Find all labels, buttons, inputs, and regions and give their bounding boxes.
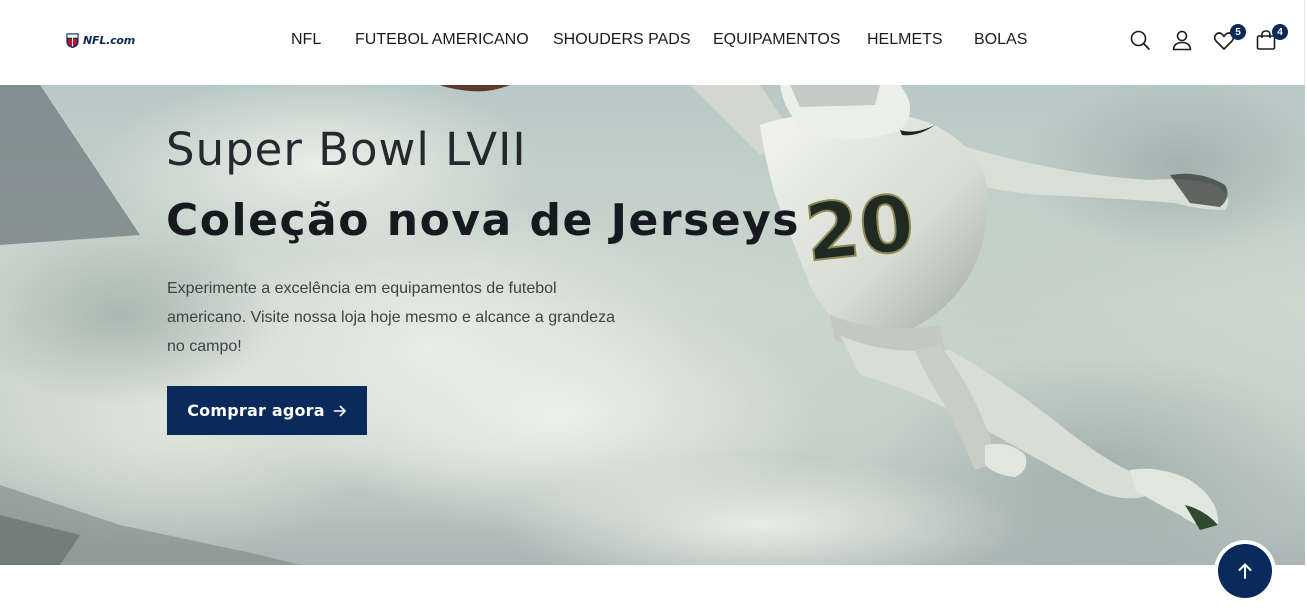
arrow-right-icon bbox=[333, 405, 346, 416]
logo-text: NFL.com bbox=[83, 33, 136, 47]
wishlist-count-badge: 5 bbox=[1230, 24, 1246, 40]
shop-now-label: Comprar agora bbox=[187, 401, 325, 420]
nav-item-equipamentos[interactable]: EQUIPAMENTOS bbox=[713, 31, 840, 49]
jersey-number: 20 bbox=[801, 179, 918, 280]
arrow-up-icon bbox=[1238, 563, 1252, 579]
shop-now-button[interactable]: Comprar agora bbox=[167, 386, 367, 435]
cart-count-badge: 4 bbox=[1272, 24, 1288, 40]
nav-item-helmets[interactable]: HELMETS bbox=[867, 31, 943, 49]
nfl-shield-icon bbox=[65, 32, 80, 49]
scroll-to-top-button[interactable] bbox=[1214, 540, 1276, 602]
hero-description: Experimente a excelência em equipamentos… bbox=[167, 280, 615, 355]
user-icon[interactable] bbox=[1171, 29, 1193, 51]
nfl-logo[interactable]: NFL.com bbox=[65, 31, 135, 49]
hero-banner: 20 Super Bowl LVII Coleção nova de Jerse… bbox=[0, 85, 1305, 565]
hero-title: Coleção nova de Jerseys bbox=[166, 195, 800, 246]
site-header: NFL.com NFL FUTEBOL AMERICANO SHOUDERS P… bbox=[0, 0, 1305, 85]
nav-item-futebol-americano[interactable]: FUTEBOL AMERICANO bbox=[355, 31, 529, 49]
scroll-to-top-circle bbox=[1218, 544, 1272, 598]
search-icon[interactable] bbox=[1129, 29, 1151, 51]
nav-item-bolas[interactable]: BOLAS bbox=[974, 31, 1027, 49]
nav-item-shouders-pads[interactable]: SHOUDERS PADS bbox=[553, 31, 691, 49]
nav-item-nfl[interactable]: NFL bbox=[291, 31, 321, 49]
hero-subtitle: Super Bowl LVII bbox=[166, 123, 527, 176]
